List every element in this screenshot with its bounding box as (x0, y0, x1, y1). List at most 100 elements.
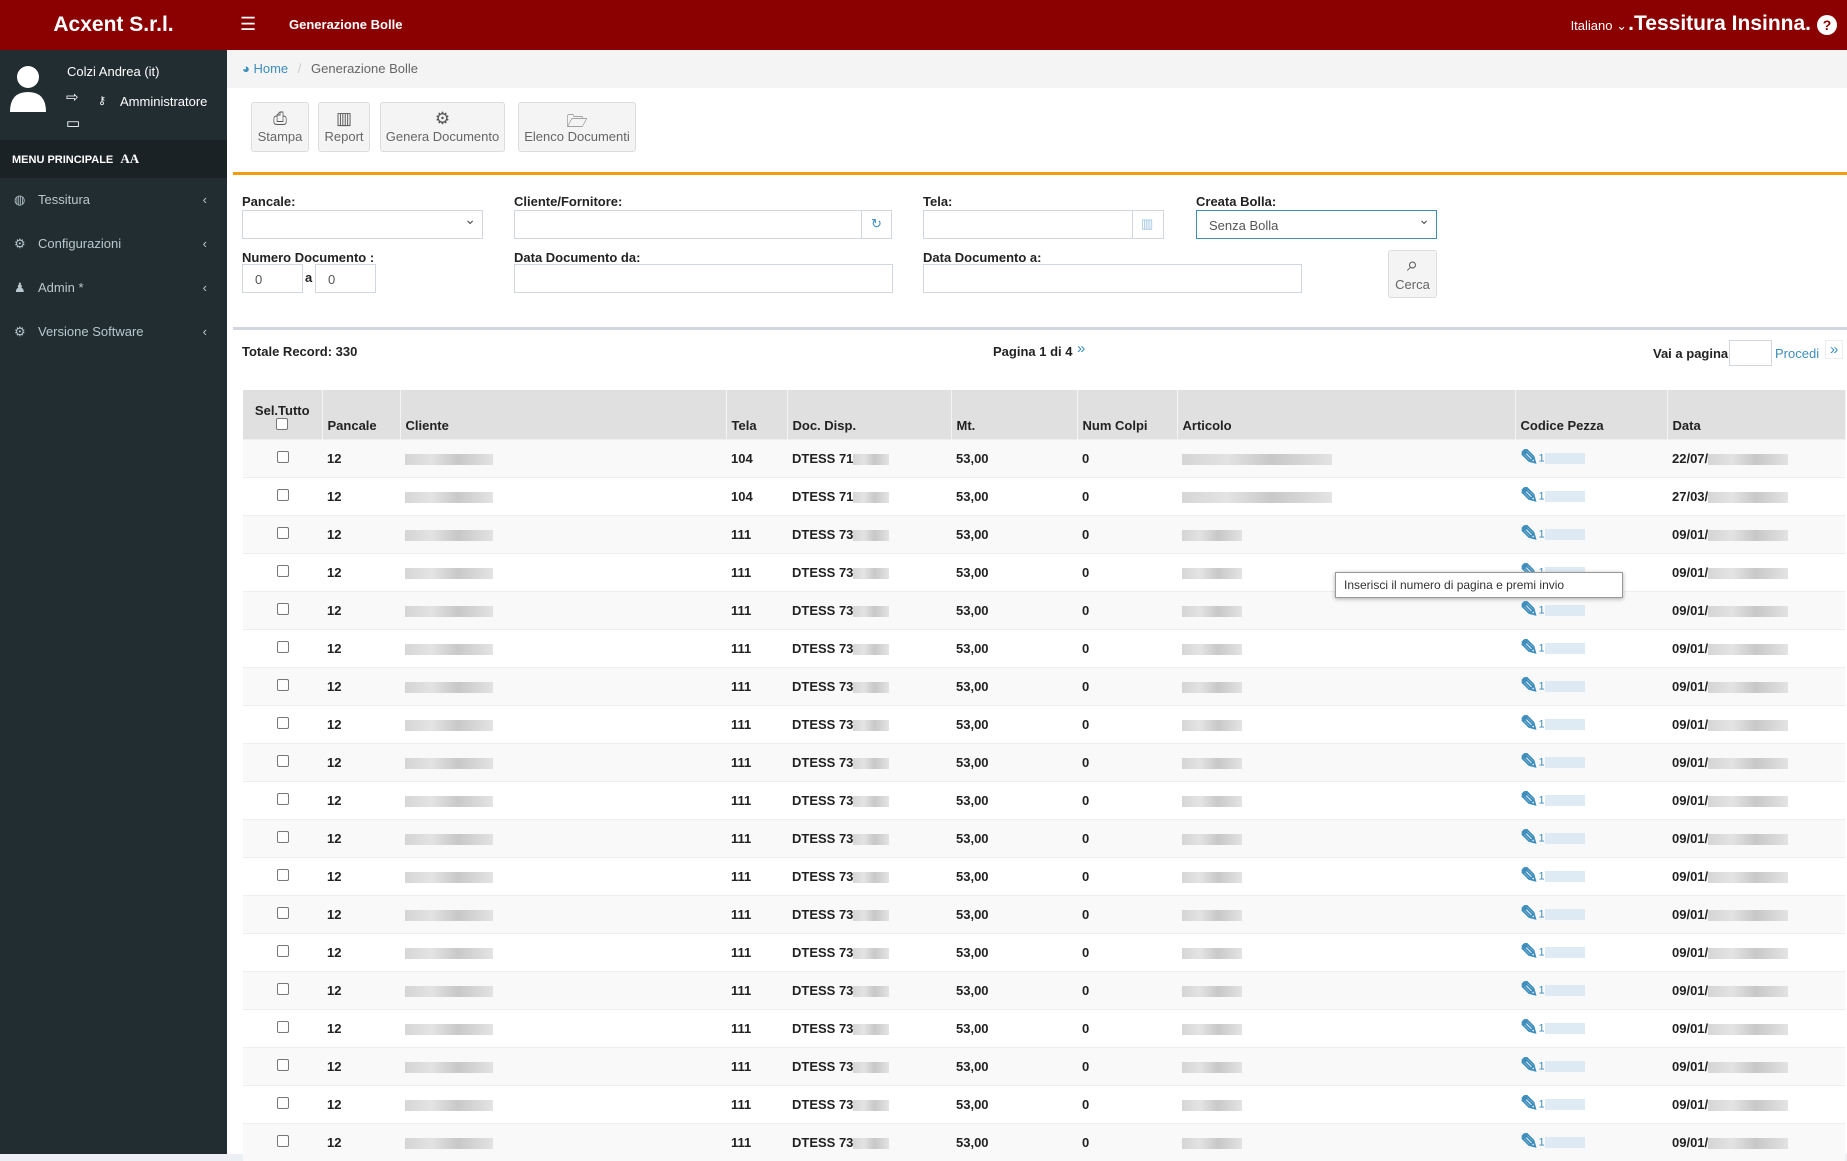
row-checkbox[interactable] (276, 754, 289, 767)
table-row[interactable]: 12 111 DTESS 73 53,00 0 ✎1 09/01/ (243, 666, 1845, 705)
table-row[interactable]: 12 111 DTESS 73 53,00 0 ✎1 09/01/ (243, 704, 1845, 743)
edit-icon[interactable]: ✎ (1520, 711, 1538, 736)
edit-icon[interactable]: ✎ (1520, 597, 1538, 622)
edit-icon[interactable]: ✎ (1520, 901, 1538, 926)
col-num-colpi[interactable]: Num Colpi (1077, 390, 1178, 439)
cerca-button[interactable]: ⌕ Cerca (1388, 250, 1437, 298)
col-pancale[interactable]: Pancale (322, 390, 401, 439)
row-checkbox[interactable] (276, 450, 289, 463)
font-size-toggle[interactable]: AA (120, 151, 139, 166)
col-cliente[interactable]: Cliente (400, 390, 727, 439)
brand-logo[interactable]: Acxent S.r.l. (0, 0, 227, 50)
edit-icon[interactable]: ✎ (1520, 787, 1538, 812)
table-row[interactable]: 12 111 DTESS 73 53,00 0 ✎1 09/01/ (243, 780, 1845, 819)
row-checkbox[interactable] (276, 1134, 289, 1147)
row-checkbox[interactable] (276, 488, 289, 501)
edit-icon[interactable]: ✎ (1520, 1091, 1538, 1116)
tela-cell: 111 (726, 704, 787, 743)
edit-icon[interactable]: ✎ (1520, 863, 1538, 888)
select-all-checkbox[interactable] (276, 417, 289, 430)
sidebar-item-admin[interactable]: ♟ Admin * ‹ (0, 266, 227, 310)
next-page-icon[interactable]: » (1077, 340, 1085, 357)
sidebar-item-versione-software[interactable]: ⚙ Versione Software ‹ (0, 310, 227, 354)
table-row[interactable]: 12 111 DTESS 73 53,00 0 ✎1 09/01/ (243, 628, 1845, 667)
tela-input[interactable] (923, 210, 1133, 239)
numero-documento-from[interactable]: 0 (242, 264, 303, 293)
desktop-icon[interactable]: ▭ (66, 114, 80, 132)
creata-bolla-select[interactable]: Senza Bolla (1196, 210, 1437, 239)
row-checkbox[interactable] (276, 716, 289, 729)
cliente-cell (400, 1008, 726, 1047)
help-icon[interactable]: ? (1817, 15, 1837, 35)
row-checkbox[interactable] (276, 602, 289, 615)
language-selector[interactable]: Italiano ⌄ (1571, 18, 1627, 34)
table-row[interactable]: 12 111 DTESS 73 53,00 0 ✎1 09/01/ (243, 742, 1845, 781)
row-checkbox[interactable] (276, 830, 289, 843)
table-row[interactable]: 12 111 DTESS 73 53,00 0 ✎1 09/01/ (243, 1046, 1845, 1085)
row-checkbox[interactable] (276, 1096, 289, 1109)
breadcrumb-home[interactable]: ◕ Home (242, 61, 288, 76)
data-documento-a-input[interactable] (923, 264, 1302, 293)
pancale-select[interactable] (242, 210, 483, 239)
row-checkbox[interactable] (276, 982, 289, 995)
edit-icon[interactable]: ✎ (1520, 521, 1538, 546)
redacted-text (1544, 1136, 1585, 1148)
edit-icon[interactable]: ✎ (1520, 825, 1538, 850)
edit-icon[interactable]: ✎ (1520, 445, 1538, 470)
col-codice-pezza[interactable]: Codice Pezza (1515, 390, 1668, 439)
row-checkbox[interactable] (276, 1020, 289, 1033)
row-checkbox[interactable] (276, 906, 289, 919)
table-row[interactable]: 12 104 DTESS 71 53,00 0 ✎1 27/03/ (243, 476, 1845, 515)
col-mt[interactable]: Mt. (951, 390, 1078, 439)
row-checkbox[interactable] (276, 792, 289, 805)
edit-icon[interactable]: ✎ (1520, 635, 1538, 660)
col-articolo[interactable]: Articolo (1177, 390, 1516, 439)
elenco-documenti-button[interactable]: 🗁 Elenco Documenti (518, 102, 636, 152)
table-row[interactable]: 12 111 DTESS 73 53,00 0 ✎1 09/01/ (243, 856, 1845, 895)
goto-page-input[interactable] (1729, 340, 1772, 366)
edit-icon[interactable]: ✎ (1520, 749, 1538, 774)
row-checkbox[interactable] (276, 678, 289, 691)
table-row[interactable]: 12 111 DTESS 73 53,00 0 ✎1 09/01/ (243, 1084, 1845, 1123)
table-row[interactable]: 12 111 DTESS 73 53,00 0 ✎1 09/01/ (243, 894, 1845, 933)
edit-icon[interactable]: ✎ (1520, 939, 1538, 964)
edit-icon[interactable]: ✎ (1520, 1053, 1538, 1078)
hamburger-menu-icon[interactable]: ☰ (240, 14, 256, 35)
edit-icon[interactable]: ✎ (1520, 1129, 1538, 1154)
row-checkbox[interactable] (276, 564, 289, 577)
redacted-text (1708, 491, 1789, 503)
logout-icon[interactable]: ⇨ (66, 88, 79, 106)
row-checkbox[interactable] (276, 944, 289, 957)
table-row[interactable]: 12 111 DTESS 73 53,00 0 ✎1 09/01/ (243, 1122, 1845, 1161)
row-checkbox[interactable] (276, 526, 289, 539)
table-row[interactable]: 12 111 DTESS 73 53,00 0 ✎1 09/01/ (243, 1008, 1845, 1047)
numero-documento-to[interactable]: 0 (315, 264, 376, 293)
edit-icon[interactable]: ✎ (1520, 977, 1538, 1002)
report-button[interactable]: ▥ Report (318, 102, 370, 152)
row-checkbox[interactable] (276, 868, 289, 881)
col-data[interactable]: Data (1667, 390, 1846, 439)
procedi-link[interactable]: Procedi (1775, 346, 1819, 361)
col-tela[interactable]: Tela (726, 390, 788, 439)
cliente-input[interactable] (514, 210, 862, 239)
table-row[interactable]: 12 104 DTESS 71 53,00 0 ✎1 22/07/ (243, 438, 1845, 477)
edit-icon[interactable]: ✎ (1520, 673, 1538, 698)
barcode-button[interactable]: ▥ (1132, 210, 1164, 239)
col-doc-disp[interactable]: Doc. Disp. (787, 390, 952, 439)
sidebar-item-configurazioni[interactable]: ⚙ Configurazioni ‹ (0, 222, 227, 266)
genera-documento-button[interactable]: ⚙ Genera Documento (380, 102, 505, 152)
table-row[interactable]: 12 111 DTESS 73 53,00 0 ✎1 09/01/ (243, 514, 1845, 553)
sidebar-item-tessitura[interactable]: ◍ Tessitura ‹ (0, 178, 227, 222)
row-checkbox[interactable] (276, 1058, 289, 1071)
table-row[interactable]: 12 111 DTESS 73 53,00 0 ✎1 09/01/ (243, 970, 1845, 1009)
stampa-button[interactable]: ⎙ Stampa (251, 102, 309, 152)
edit-icon[interactable]: ✎ (1520, 483, 1538, 508)
refresh-button[interactable]: ↻ (861, 210, 892, 239)
table-row[interactable]: 12 111 DTESS 73 53,00 0 ✎1 09/01/ (243, 932, 1845, 971)
procedi-arrow-icon[interactable]: » (1825, 340, 1844, 359)
barcode-icon: ▥ (1141, 216, 1154, 231)
row-checkbox[interactable] (276, 640, 289, 653)
table-row[interactable]: 12 111 DTESS 73 53,00 0 ✎1 09/01/ (243, 818, 1845, 857)
data-documento-da-input[interactable] (514, 264, 893, 293)
edit-icon[interactable]: ✎ (1520, 1015, 1538, 1040)
